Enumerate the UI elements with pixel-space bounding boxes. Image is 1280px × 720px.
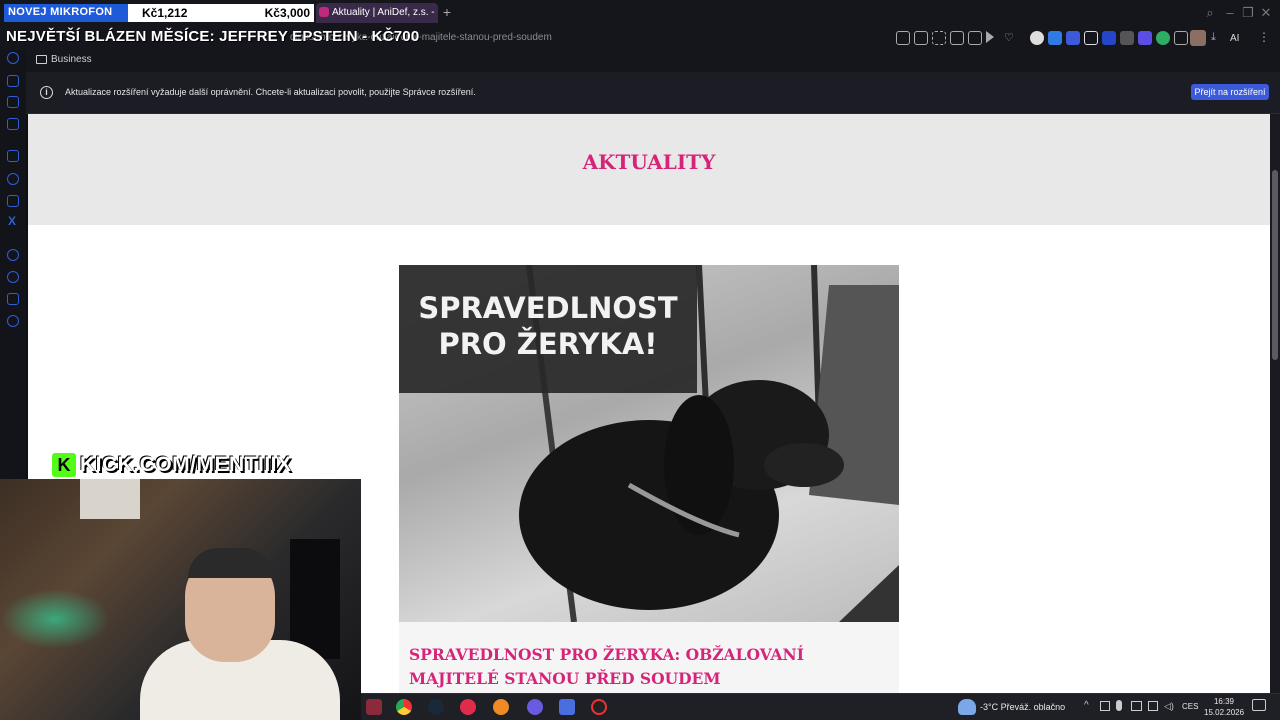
close-window-button[interactable]: ✕ xyxy=(1258,5,1274,21)
new-tab-button[interactable]: + xyxy=(440,3,454,23)
volume-icon[interactable]: ◁) xyxy=(1164,701,1174,712)
sidebar-messenger-icon[interactable] xyxy=(7,173,19,185)
maximize-button[interactable]: ❐ xyxy=(1240,5,1256,21)
menu-icon[interactable]: ⋮ xyxy=(1258,30,1270,44)
discord-ext-icon[interactable] xyxy=(1138,31,1152,45)
sidebar-mail-icon[interactable] xyxy=(7,96,19,108)
puzzle-icon[interactable] xyxy=(1174,31,1188,45)
microphone-icon[interactable] xyxy=(1116,700,1122,711)
download-ext-icon[interactable] xyxy=(1048,31,1062,45)
folder-icon xyxy=(36,55,47,64)
bookmark-folder[interactable]: Business xyxy=(36,54,92,65)
page-title: AKTUALITY xyxy=(582,150,716,174)
kick-overlay: K KICK.COM/MENTIIIX xyxy=(52,453,292,477)
ai-button[interactable]: AI xyxy=(1230,33,1239,44)
bookmarks-bar xyxy=(26,50,1280,72)
tray-icon[interactable] xyxy=(1100,701,1110,711)
image-caption-text: SPRAVEDLNOST PRO ŽERYKA! xyxy=(418,291,678,361)
weather-text[interactable]: -3°C Převáž. oblačno xyxy=(980,702,1065,712)
sidebar-notes-icon[interactable] xyxy=(7,118,19,130)
steam-icon[interactable] xyxy=(428,699,444,715)
clock-time: 16:39 xyxy=(1213,697,1235,706)
clock-date: 15.02.2026 xyxy=(1204,708,1245,717)
browser-tab-active[interactable]: Aktuality | AniDef, z.s. - úč xyxy=(316,3,438,23)
tab-favicon-icon xyxy=(319,7,329,17)
mic-goal-current: Kč1,212 xyxy=(142,6,188,20)
kick-logo-icon: K xyxy=(52,453,76,477)
link-ext-icon[interactable] xyxy=(1066,31,1080,45)
kick-url: KICK.COM/MENTIIIX xyxy=(80,453,292,476)
mic-goal-target: Kč3,000 xyxy=(264,6,310,20)
weather-cloud-icon[interactable] xyxy=(958,699,976,715)
pen-ext-icon[interactable] xyxy=(1120,31,1134,45)
wall-poster xyxy=(80,479,140,519)
screenshot-icon[interactable] xyxy=(932,31,946,45)
go-to-extensions-button[interactable]: Přejít na rozšíření xyxy=(1191,84,1269,100)
media-player-icon[interactable] xyxy=(460,699,476,715)
sidebar-reading-icon[interactable] xyxy=(7,75,19,87)
scrollbar-thumb[interactable] xyxy=(1272,170,1278,360)
vscode-icon[interactable] xyxy=(559,699,575,715)
chrome-icon[interactable] xyxy=(396,699,412,715)
recording-icon[interactable] xyxy=(591,699,607,715)
shield-icon[interactable] xyxy=(950,31,964,45)
heart-icon[interactable]: ♡ xyxy=(1004,31,1018,45)
mic-goal-label: NOVEJ MIKROFON xyxy=(4,4,128,22)
grammarly-icon[interactable] xyxy=(1156,31,1170,45)
sidebar-add-icon[interactable] xyxy=(7,249,19,261)
mic-goal-progress: Kč1,212 Kč3,000 xyxy=(128,4,314,22)
sidebar-x-icon[interactable]: X xyxy=(8,214,16,228)
taskbar-app-icon[interactable] xyxy=(366,699,382,715)
downloads-icon[interactable]: ⤓ xyxy=(1211,31,1225,45)
chair-back xyxy=(290,539,340,659)
play-icon[interactable] xyxy=(986,31,994,43)
profile-avatar[interactable] xyxy=(1190,30,1206,46)
network-icon[interactable] xyxy=(1148,701,1158,711)
discord-icon[interactable] xyxy=(527,699,543,715)
display-icon[interactable] xyxy=(1131,701,1142,711)
sidebar-clock-icon[interactable] xyxy=(7,271,19,283)
translate-icon[interactable] xyxy=(968,31,982,45)
led-light xyxy=(0,589,110,649)
pin-icon[interactable] xyxy=(914,31,928,45)
minimize-button[interactable]: – xyxy=(1222,5,1238,21)
sidebar-instagram-icon[interactable] xyxy=(7,195,19,207)
search-tabs-icon[interactable]: ⌕ xyxy=(1202,5,1218,21)
extension-icon[interactable] xyxy=(1030,31,1044,45)
taskbar-clock[interactable]: 16:39 15.02.2026 xyxy=(1204,696,1244,718)
sidebar-history-icon[interactable] xyxy=(7,52,19,64)
infobar-message: Aktualizace rozšíření vyžaduje další opr… xyxy=(65,87,476,97)
article-title-link[interactable]: SPRAVEDLNOST PRO ŽERYKA: OBŽALOVANÍ MAJI… xyxy=(409,643,889,691)
tab-title: Aktuality | AniDef, z.s. - úč xyxy=(332,7,438,18)
bookmark-ext-icon[interactable] xyxy=(1102,31,1116,45)
notifications-icon[interactable] xyxy=(1252,699,1266,711)
obs-icon[interactable] xyxy=(493,699,509,715)
stream-title-overlay: NEJVĚTŠÍ BLÁZEN MĚSÍCE: JEFFREY EPSTEIN … xyxy=(6,28,420,45)
tray-chevron-icon[interactable]: ^ xyxy=(1084,700,1089,711)
sidebar-twitch-icon[interactable] xyxy=(7,150,19,162)
input-language[interactable]: CES xyxy=(1182,702,1198,711)
sidebar-toggle-icon[interactable] xyxy=(896,31,910,45)
headphones xyxy=(188,548,274,578)
sidebar-settings-icon[interactable] xyxy=(7,315,19,327)
copy-ext-icon[interactable] xyxy=(1084,31,1098,45)
bookmark-folder-label: Business xyxy=(51,54,92,65)
sidebar-extensions-icon[interactable] xyxy=(7,293,19,305)
info-icon: i xyxy=(40,86,53,99)
